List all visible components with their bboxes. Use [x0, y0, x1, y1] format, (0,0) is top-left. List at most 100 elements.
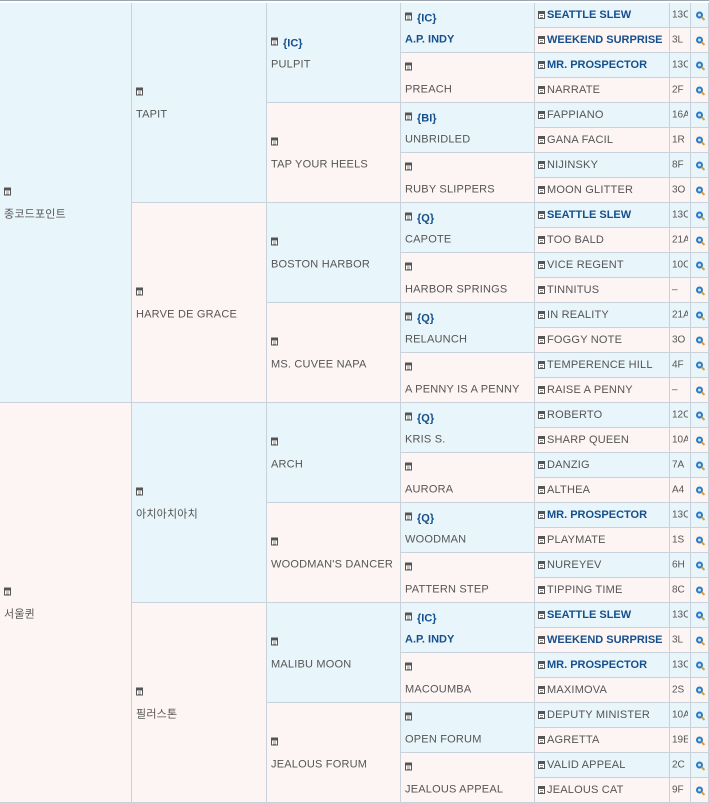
document-icon[interactable]	[538, 686, 545, 694]
document-icon[interactable]	[405, 262, 412, 271]
horse-name-link[interactable]: VICE REGENT	[547, 259, 624, 271]
document-icon[interactable]	[538, 586, 545, 594]
horse-name-link[interactable]: 서울퀸	[4, 608, 35, 620]
search-icon[interactable]	[696, 161, 703, 169]
document-icon[interactable]	[538, 386, 545, 394]
search-icon[interactable]	[696, 711, 703, 719]
inbreeding-tag[interactable]: {IC}	[417, 612, 437, 624]
document-icon[interactable]	[136, 287, 143, 296]
inbreeding-tag[interactable]: {BI}	[417, 112, 437, 124]
document-icon[interactable]	[538, 436, 545, 444]
horse-name-link[interactable]: JEALOUS CAT	[547, 784, 624, 796]
horse-name-link[interactable]: TAP YOUR HEELS	[271, 158, 368, 170]
horse-name-link[interactable]: A PENNY IS A PENNY	[405, 383, 520, 395]
horse-name-link[interactable]: PULPIT	[271, 58, 311, 70]
inbreeding-tag[interactable]: {Q}	[417, 412, 434, 424]
horse-name-link[interactable]: PATTERN STEP	[405, 583, 489, 595]
horse-name-link[interactable]: TINNITUS	[547, 284, 599, 296]
document-icon[interactable]	[538, 486, 545, 494]
search-icon[interactable]	[696, 111, 703, 119]
horse-name-link[interactable]: JEALOUS APPEAL	[405, 783, 503, 795]
search-icon[interactable]	[696, 511, 703, 519]
document-icon[interactable]	[538, 36, 545, 44]
horse-name-link[interactable]: OPEN FORUM	[405, 733, 482, 745]
search-icon[interactable]	[696, 661, 703, 669]
horse-name-link[interactable]: MOON GLITTER	[547, 184, 633, 196]
document-icon[interactable]	[538, 11, 545, 19]
horse-name-link[interactable]: WOODMAN	[405, 533, 466, 545]
inbreeding-tag[interactable]: {Q}	[417, 312, 434, 324]
document-icon[interactable]	[538, 561, 545, 569]
horse-name-link[interactable]: DEPUTY MINISTER	[547, 709, 650, 721]
document-icon[interactable]	[538, 311, 545, 319]
horse-name-link[interactable]: MR. PROSPECTOR	[547, 659, 647, 671]
horse-name-link[interactable]: SEATTLE SLEW	[547, 209, 631, 221]
document-icon[interactable]	[271, 337, 278, 346]
search-icon[interactable]	[696, 36, 703, 44]
document-icon[interactable]	[538, 186, 545, 194]
document-icon[interactable]	[538, 336, 545, 344]
document-icon[interactable]	[405, 412, 412, 421]
document-icon[interactable]	[538, 536, 545, 544]
horse-name-link[interactable]: TAPIT	[136, 108, 167, 120]
document-icon[interactable]	[405, 512, 412, 521]
document-icon[interactable]	[271, 37, 278, 46]
document-icon[interactable]	[538, 86, 545, 94]
horse-name-link[interactable]: WEEKEND SURPRISE	[547, 634, 663, 646]
search-icon[interactable]	[696, 461, 703, 469]
search-icon[interactable]	[696, 186, 703, 194]
document-icon[interactable]	[538, 211, 545, 219]
document-icon[interactable]	[405, 362, 412, 371]
document-icon[interactable]	[538, 661, 545, 669]
document-icon[interactable]	[405, 212, 412, 221]
horse-name-link[interactable]: SEATTLE SLEW	[547, 9, 631, 21]
horse-name-link[interactable]: 필러스톤	[136, 708, 177, 720]
document-icon[interactable]	[538, 411, 545, 419]
horse-name-link[interactable]: PREACH	[405, 83, 452, 95]
document-icon[interactable]	[136, 487, 143, 496]
horse-name-link[interactable]: MALIBU MOON	[271, 658, 351, 670]
document-icon[interactable]	[538, 786, 545, 794]
horse-name-link[interactable]: SHARP QUEEN	[547, 434, 629, 446]
document-icon[interactable]	[405, 62, 412, 71]
document-icon[interactable]	[271, 137, 278, 146]
horse-name-link[interactable]: RUBY SLIPPERS	[405, 183, 495, 195]
search-icon[interactable]	[696, 261, 703, 269]
document-icon[interactable]	[405, 562, 412, 571]
document-icon[interactable]	[538, 236, 545, 244]
document-icon[interactable]	[538, 761, 545, 769]
document-icon[interactable]	[405, 12, 412, 21]
search-icon[interactable]	[696, 486, 703, 494]
horse-name-link[interactable]: JEALOUS FORUM	[271, 758, 367, 770]
horse-name-link[interactable]: SEATTLE SLEW	[547, 609, 631, 621]
document-icon[interactable]	[136, 687, 143, 696]
horse-name-link[interactable]: RAISE A PENNY	[547, 384, 633, 396]
document-icon[interactable]	[405, 612, 412, 621]
horse-name-link[interactable]: 아치아치아치	[136, 508, 198, 520]
document-icon[interactable]	[4, 587, 11, 596]
document-icon[interactable]	[538, 161, 545, 169]
horse-name-link[interactable]: A.P. INDY	[405, 33, 454, 45]
horse-name-link[interactable]: TEMPERENCE HILL	[547, 359, 653, 371]
horse-name-link[interactable]: IN REALITY	[547, 309, 609, 321]
inbreeding-tag[interactable]: {IC}	[417, 12, 437, 24]
inbreeding-tag[interactable]: {IC}	[283, 37, 303, 49]
document-icon[interactable]	[538, 361, 545, 369]
search-icon[interactable]	[696, 636, 703, 644]
search-icon[interactable]	[696, 436, 703, 444]
search-icon[interactable]	[696, 311, 703, 319]
search-icon[interactable]	[696, 786, 703, 794]
document-icon[interactable]	[538, 111, 545, 119]
search-icon[interactable]	[696, 611, 703, 619]
horse-name-link[interactable]: MR. PROSPECTOR	[547, 509, 647, 521]
document-icon[interactable]	[538, 611, 545, 619]
document-icon[interactable]	[538, 461, 545, 469]
horse-name-link[interactable]: KRIS S.	[405, 433, 446, 445]
horse-name-link[interactable]: MAXIMOVA	[547, 684, 607, 696]
search-icon[interactable]	[696, 686, 703, 694]
document-icon[interactable]	[271, 437, 278, 446]
horse-name-link[interactable]: TIPPING TIME	[547, 584, 623, 596]
document-icon[interactable]	[405, 112, 412, 121]
document-icon[interactable]	[538, 286, 545, 294]
horse-name-link[interactable]: ALTHEA	[547, 484, 590, 496]
